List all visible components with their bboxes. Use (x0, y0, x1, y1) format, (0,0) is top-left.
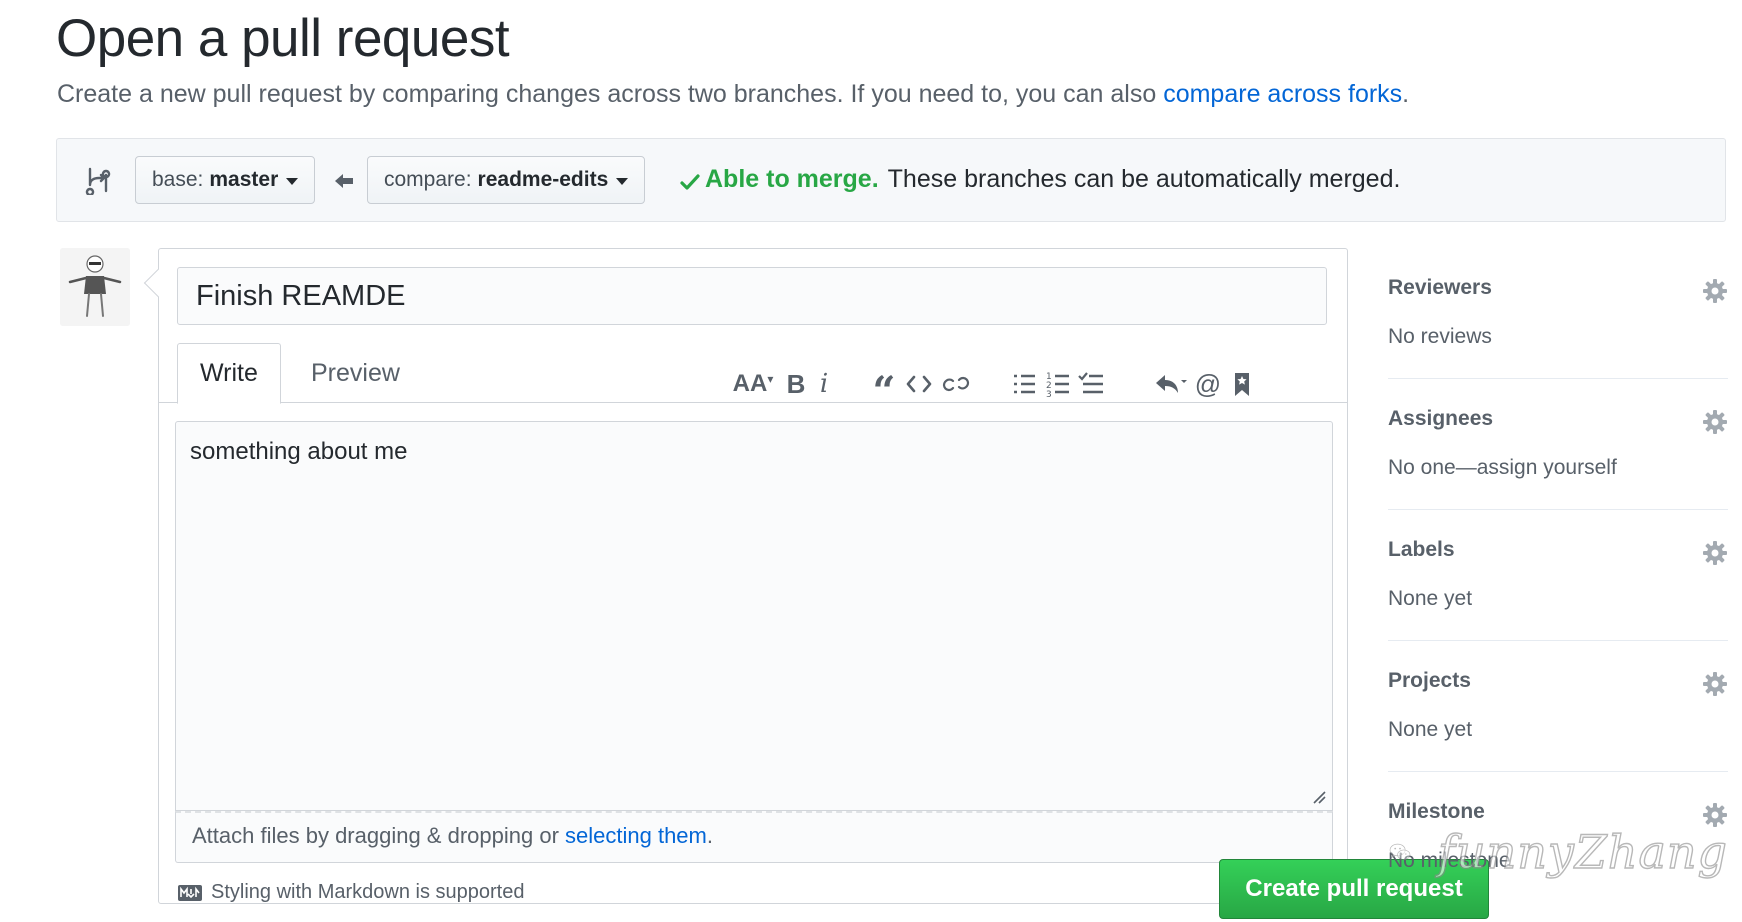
pull-request-form: Finish REAMDE Write Preview AA ▾ B i “ 1 … (143, 248, 1489, 919)
tab-write[interactable]: Write (177, 343, 281, 404)
sidebar-value: None yet (1388, 718, 1473, 741)
sidebar-heading: Projects (1388, 669, 1471, 692)
pr-body-text: something about me (190, 438, 408, 465)
markdown-note-text: Styling with Markdown is supported (211, 881, 525, 903)
user-avatar[interactable] (60, 248, 130, 326)
base-value: master (209, 168, 279, 191)
link-icon[interactable] (941, 367, 971, 401)
git-compare-icon (85, 167, 111, 195)
select-files-link[interactable]: selecting them (565, 823, 707, 848)
pr-title-input[interactable]: Finish REAMDE (177, 267, 1327, 325)
subtitle-suffix: . (1402, 80, 1410, 108)
chevron-down-icon (616, 178, 629, 185)
page-title: Open a pull request (56, 9, 510, 68)
wechat-icon (1389, 843, 1411, 860)
compare-value: readme-edits (477, 168, 609, 191)
gear-icon[interactable] (1702, 278, 1728, 304)
sidebar-assignees: Assignees No one—assign yourself (1388, 379, 1728, 510)
unordered-list-icon[interactable] (1011, 367, 1037, 401)
text-size-glyph: AA (732, 370, 768, 397)
task-list-icon[interactable] (1077, 367, 1105, 401)
gear-icon[interactable] (1702, 540, 1728, 566)
chevron-down-icon (286, 178, 299, 185)
quote-icon[interactable]: “ (869, 367, 899, 415)
watermark-text: funnyZhang (1437, 824, 1728, 879)
tab-preview[interactable]: Preview (289, 343, 422, 404)
wechat-watermark: funnyZhang (1388, 812, 1728, 892)
file-drop-zone[interactable]: Attach files by dragging & dropping or s… (175, 811, 1333, 863)
gear-icon[interactable] (1702, 671, 1728, 697)
bold-icon[interactable]: B (783, 367, 809, 401)
compare-label: compare: (384, 168, 472, 191)
gear-icon[interactable] (1702, 409, 1728, 435)
svg-text:3: 3 (1046, 390, 1052, 400)
subtitle-text: Create a new pull request by comparing c… (57, 80, 1164, 108)
branch-range-bar: base: master compare: readme-edits Able … (56, 138, 1726, 222)
merge-description: These branches can be automatically merg… (887, 165, 1401, 193)
sidebar-heading: Labels (1388, 538, 1455, 561)
sidebar-projects: Projects None yet (1388, 641, 1728, 772)
markdown-icon[interactable] (177, 884, 203, 902)
sidebar-value: No reviews (1388, 325, 1492, 348)
attach-suffix: . (706, 823, 713, 848)
italic-icon[interactable]: i (813, 367, 835, 401)
sidebar-value: None yet (1388, 587, 1473, 610)
merge-status: Able to merge. These branches can be aut… (679, 165, 1400, 194)
markdown-support-note: Styling with Markdown is supported (177, 881, 524, 904)
pr-body-textarea[interactable]: something about me (175, 421, 1333, 811)
mention-icon[interactable]: @ (1193, 367, 1223, 401)
speech-notch (143, 268, 173, 298)
reply-icon[interactable] (1153, 367, 1189, 401)
sidebar-labels: Labels None yet (1388, 510, 1728, 641)
sidebar-heading: Assignees (1388, 407, 1494, 430)
bookmark-icon[interactable] (1231, 367, 1253, 401)
base-label: base: (152, 168, 204, 191)
compare-branch-select[interactable]: compare: readme-edits (367, 156, 646, 204)
sidebar-reviewers: Reviewers No reviews (1388, 248, 1728, 379)
ordered-list-icon[interactable]: 1 2 3 (1045, 367, 1071, 401)
text-size-icon[interactable]: AA ▾ (731, 367, 775, 401)
arrow-left-icon (335, 174, 353, 188)
page-subtitle: Create a new pull request by comparing c… (57, 80, 1409, 109)
pr-sidebar: Reviewers No reviews Assignees No one—as… (1388, 248, 1728, 903)
merge-ok-text: Able to merge. (705, 165, 879, 193)
resize-handle-icon[interactable] (1312, 790, 1326, 804)
code-icon[interactable] (905, 367, 933, 401)
check-icon (680, 173, 700, 190)
base-branch-select[interactable]: base: master (135, 156, 316, 204)
sidebar-heading: Reviewers (1388, 276, 1492, 299)
sidebar-value[interactable]: No one—assign yourself (1388, 456, 1617, 480)
compare-across-forks-link[interactable]: compare across forks (1163, 80, 1402, 108)
attach-text: Attach files by dragging & dropping or (192, 823, 566, 848)
